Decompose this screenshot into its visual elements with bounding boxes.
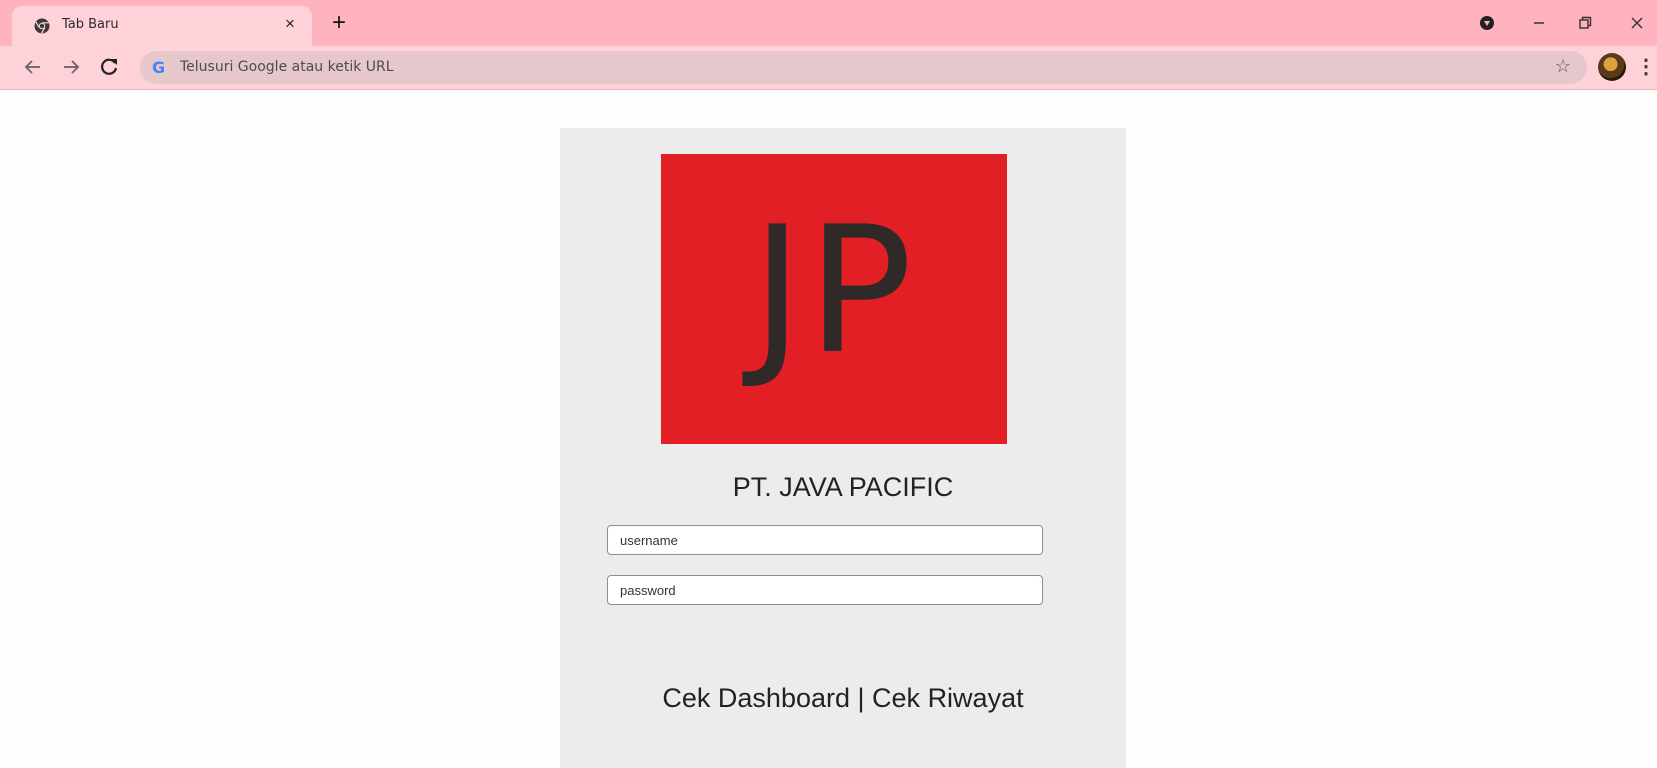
restore-icon[interactable]: [1570, 8, 1600, 38]
company-name: PT. JAVA PACIFIC: [732, 472, 954, 502]
close-window-icon[interactable]: [1622, 8, 1652, 38]
history-link[interactable]: Cek Riwayat: [872, 683, 1024, 713]
browser-tab[interactable]: Tab Baru ×: [12, 6, 312, 46]
extension-icon[interactable]: [1472, 8, 1502, 38]
address-bar-placeholder: Telusuri Google atau ketik URL: [180, 59, 394, 75]
minimize-icon[interactable]: [1524, 8, 1554, 38]
address-bar[interactable]: G Telusuri Google atau ketik URL ☆: [140, 51, 1587, 84]
links-row: Cek Dashboard | Cek Riwayat: [560, 683, 1126, 714]
chrome-icon: [34, 18, 50, 34]
menu-dots-icon[interactable]: ⋮: [1636, 54, 1656, 79]
password-input[interactable]: [607, 575, 1043, 605]
avatar[interactable]: [1598, 53, 1626, 81]
new-tab-button[interactable]: +: [326, 10, 352, 36]
login-card: JP PT. JAVA PACIFIC Cek Dashboard | Cek …: [560, 128, 1126, 768]
logo-text: JP: [751, 190, 917, 393]
star-icon[interactable]: ☆: [1555, 56, 1571, 77]
tab-title: Tab Baru: [62, 17, 119, 32]
dashboard-link[interactable]: Cek Dashboard: [662, 683, 850, 713]
google-g-icon: G: [152, 58, 166, 77]
browser-toolbar: G Telusuri Google atau ketik URL ☆ ⋮: [0, 46, 1657, 90]
arrow-left-icon[interactable]: [20, 54, 46, 80]
company-logo: JP: [661, 154, 1007, 444]
reload-icon[interactable]: [96, 54, 122, 80]
browser-tabstrip: Tab Baru × +: [0, 0, 1657, 46]
link-separator: |: [857, 683, 865, 713]
tab-close-button[interactable]: ×: [278, 12, 302, 36]
arrow-right-icon[interactable]: [58, 54, 84, 80]
username-input[interactable]: [607, 525, 1043, 555]
